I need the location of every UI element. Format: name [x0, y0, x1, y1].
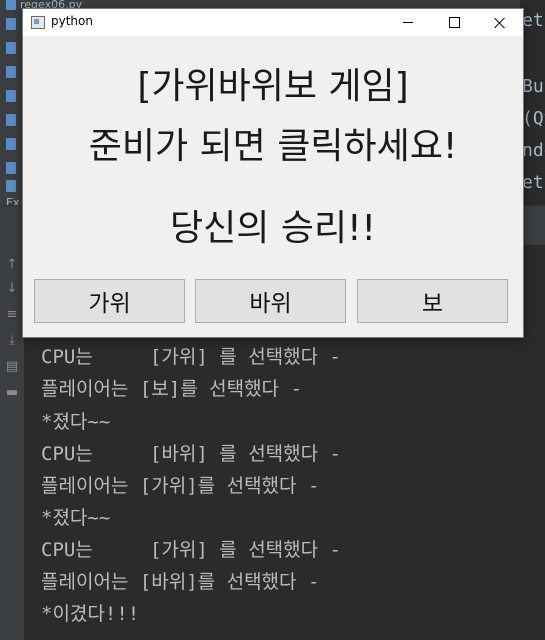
soft-wrap-icon[interactable]: ≡	[4, 307, 20, 323]
code-line: Bu	[522, 76, 544, 97]
game-result: 당신의 승리!!	[170, 208, 376, 249]
maximize-button[interactable]	[431, 9, 477, 36]
console-line: 플레이어는 [가위]를 선택했다 -	[41, 475, 320, 497]
arrow-down-icon[interactable]: ↓	[4, 281, 20, 297]
app-window-icon	[31, 16, 45, 29]
tree-item[interactable]	[6, 158, 20, 178]
tree-item[interactable]	[6, 134, 20, 154]
console-line: 플레이어는 [보]를 선택했다 -	[41, 378, 302, 400]
console-line: *이겼다!!!	[41, 603, 140, 625]
python-file-icon	[6, 0, 16, 10]
minimize-icon	[403, 22, 413, 23]
scroll-to-end-icon[interactable]: ⤓	[4, 333, 20, 349]
print-icon[interactable]: ▤	[4, 359, 20, 375]
python-file-icon	[6, 90, 16, 102]
arrow-up-icon[interactable]: ↑	[4, 257, 20, 273]
close-icon	[494, 17, 506, 29]
console-line: 플레이어는 [바위]를 선택했다 -	[41, 571, 320, 593]
python-file-icon	[6, 162, 16, 174]
paper-button[interactable]: 보	[357, 279, 508, 323]
tree-item[interactable]	[6, 38, 20, 58]
maximize-icon	[448, 17, 460, 28]
close-button[interactable]	[477, 9, 523, 36]
tree-item[interactable]	[6, 110, 20, 130]
trash-icon[interactable]: ▬	[4, 385, 20, 401]
python-file-icon	[6, 66, 16, 78]
python-file-icon	[6, 114, 16, 126]
console-line: CPU는 [가위] 를 선택했다 -	[41, 346, 341, 368]
python-file-icon	[6, 138, 16, 150]
game-heading: [가위바위보 게임]	[137, 66, 409, 107]
game-prompt: 준비가 되면 클릭하세요!	[88, 126, 458, 167]
title-bar[interactable]: python	[23, 9, 523, 36]
tree-item[interactable]	[6, 86, 20, 106]
minimize-button[interactable]	[385, 9, 431, 36]
game-window: python [가위바위보 게임] 준비가 되면 클릭하세요! 당신의 승리!!…	[22, 8, 524, 338]
window-title: python	[51, 14, 93, 28]
code-line: ndo	[522, 140, 545, 161]
code-line: et(	[522, 172, 545, 193]
console-line: *졌다~~	[41, 507, 111, 529]
tree-item[interactable]	[6, 62, 20, 82]
python-file-icon	[6, 18, 16, 30]
scissors-button[interactable]: 가위	[34, 279, 185, 323]
rock-button[interactable]: 바위	[195, 279, 346, 323]
python-file-icon	[6, 180, 16, 192]
code-line: (Qt	[522, 108, 545, 129]
console-line: *졌다~~	[41, 411, 111, 433]
python-file-icon	[6, 42, 16, 54]
code-line: et(	[522, 10, 545, 31]
tree-item[interactable]	[6, 14, 20, 34]
console-line: CPU는 [가위] 를 선택했다 -	[41, 539, 341, 561]
console-line: CPU는 [바위] 를 선택했다 -	[41, 443, 341, 465]
